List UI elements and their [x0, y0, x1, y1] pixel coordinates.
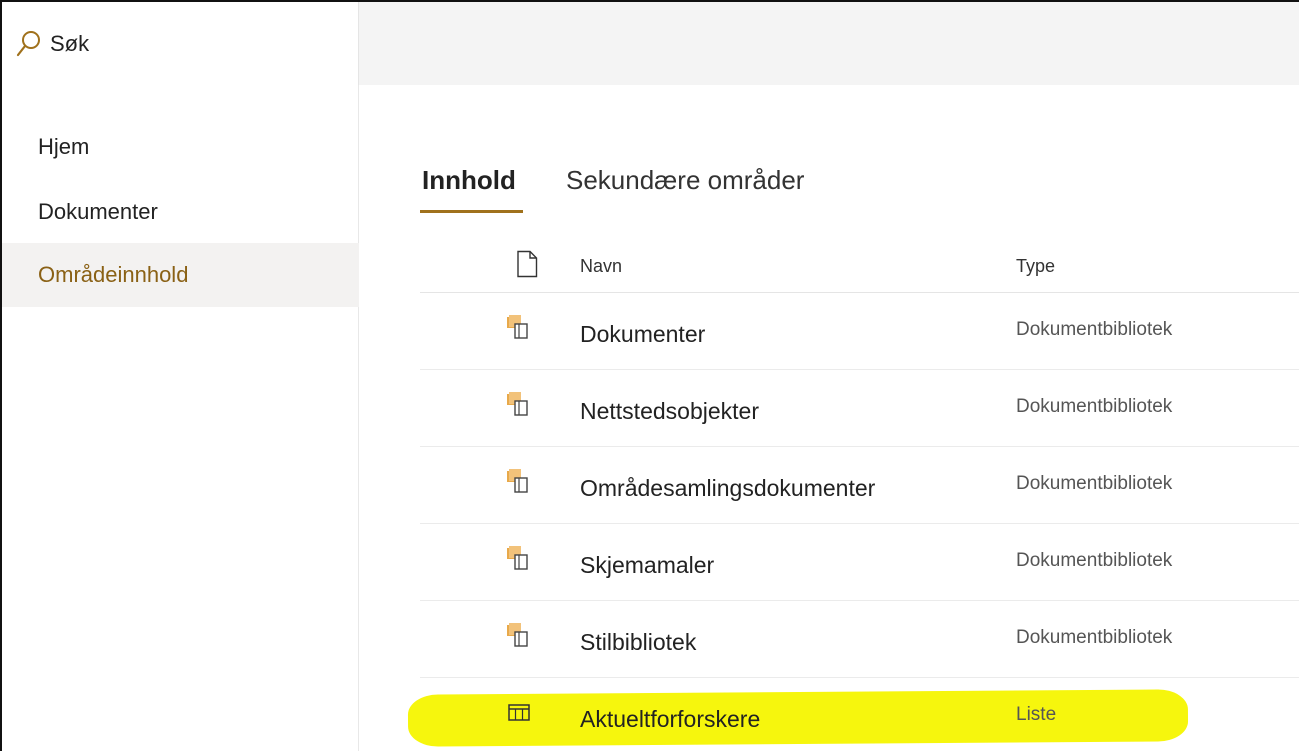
row-type: Dokumentbibliotek	[1016, 473, 1173, 494]
main-content: Innhold Sekundære områder Navn Type Doku…	[360, 85, 1299, 751]
table-header: Navn Type	[420, 230, 1299, 293]
document-library-icon	[507, 623, 528, 647]
row-type: Dokumentbibliotek	[1016, 627, 1173, 648]
table-row[interactable]: Dokumenter Dokumentbibliotek	[420, 293, 1299, 370]
sidebar-item-home[interactable]: Hjem	[2, 115, 359, 179]
sidebar-item-label: Hjem	[38, 134, 90, 159]
search-box[interactable]: Søk	[2, 2, 359, 85]
row-name[interactable]: Dokumenter	[580, 321, 705, 348]
document-library-icon	[507, 392, 528, 416]
sidebar: Hjem Dokumenter Områdeinnhold	[2, 85, 359, 751]
row-name[interactable]: Områdesamlingsdokumenter	[580, 475, 875, 502]
document-library-icon	[507, 469, 528, 493]
table-row[interactable]: Nettstedsobjekter Dokumentbibliotek	[420, 370, 1299, 447]
row-name[interactable]: Stilbibliotek	[580, 629, 696, 656]
document-library-icon	[507, 315, 528, 339]
sidebar-item-documents[interactable]: Dokumenter	[2, 180, 359, 244]
sidebar-item-label: Områdeinnhold	[38, 262, 189, 287]
tab-subsites[interactable]: Sekundære områder	[566, 165, 804, 196]
table-row[interactable]: Aktueltforforskere Liste	[407, 678, 1299, 751]
tab-contents[interactable]: Innhold	[422, 165, 516, 196]
search-icon[interactable]	[16, 29, 42, 59]
column-header-name[interactable]: Navn	[580, 256, 622, 277]
file-type-icon[interactable]	[515, 250, 539, 278]
table-row[interactable]: Stilbibliotek Dokumentbibliotek	[420, 601, 1299, 678]
row-type: Dokumentbibliotek	[1016, 550, 1173, 571]
row-name[interactable]: Aktueltforforskere	[580, 706, 760, 733]
row-name[interactable]: Nettstedsobjekter	[580, 398, 759, 425]
row-type: Liste	[1016, 704, 1057, 725]
search-label[interactable]: Søk	[50, 31, 89, 57]
table-row[interactable]: Områdesamlingsdokumenter Dokumentbibliot…	[420, 447, 1299, 524]
document-library-icon	[507, 546, 528, 570]
sidebar-item-site-contents[interactable]: Områdeinnhold	[2, 243, 359, 307]
list-icon	[508, 704, 530, 721]
contents-table: Navn Type Dokumenter Dokumentbibliotek N…	[407, 230, 1299, 751]
window-frame: Søk Hjem Dokumenter Områdeinnhold Innhol…	[0, 0, 1299, 751]
sidebar-item-label: Dokumenter	[38, 199, 158, 224]
row-type: Dokumentbibliotek	[1016, 396, 1173, 417]
table-row[interactable]: Skjemamaler Dokumentbibliotek	[420, 524, 1299, 601]
row-name[interactable]: Skjemamaler	[580, 552, 714, 579]
active-tab-indicator	[420, 210, 523, 213]
row-type: Dokumentbibliotek	[1016, 319, 1173, 340]
column-header-type[interactable]: Type	[1016, 256, 1055, 277]
